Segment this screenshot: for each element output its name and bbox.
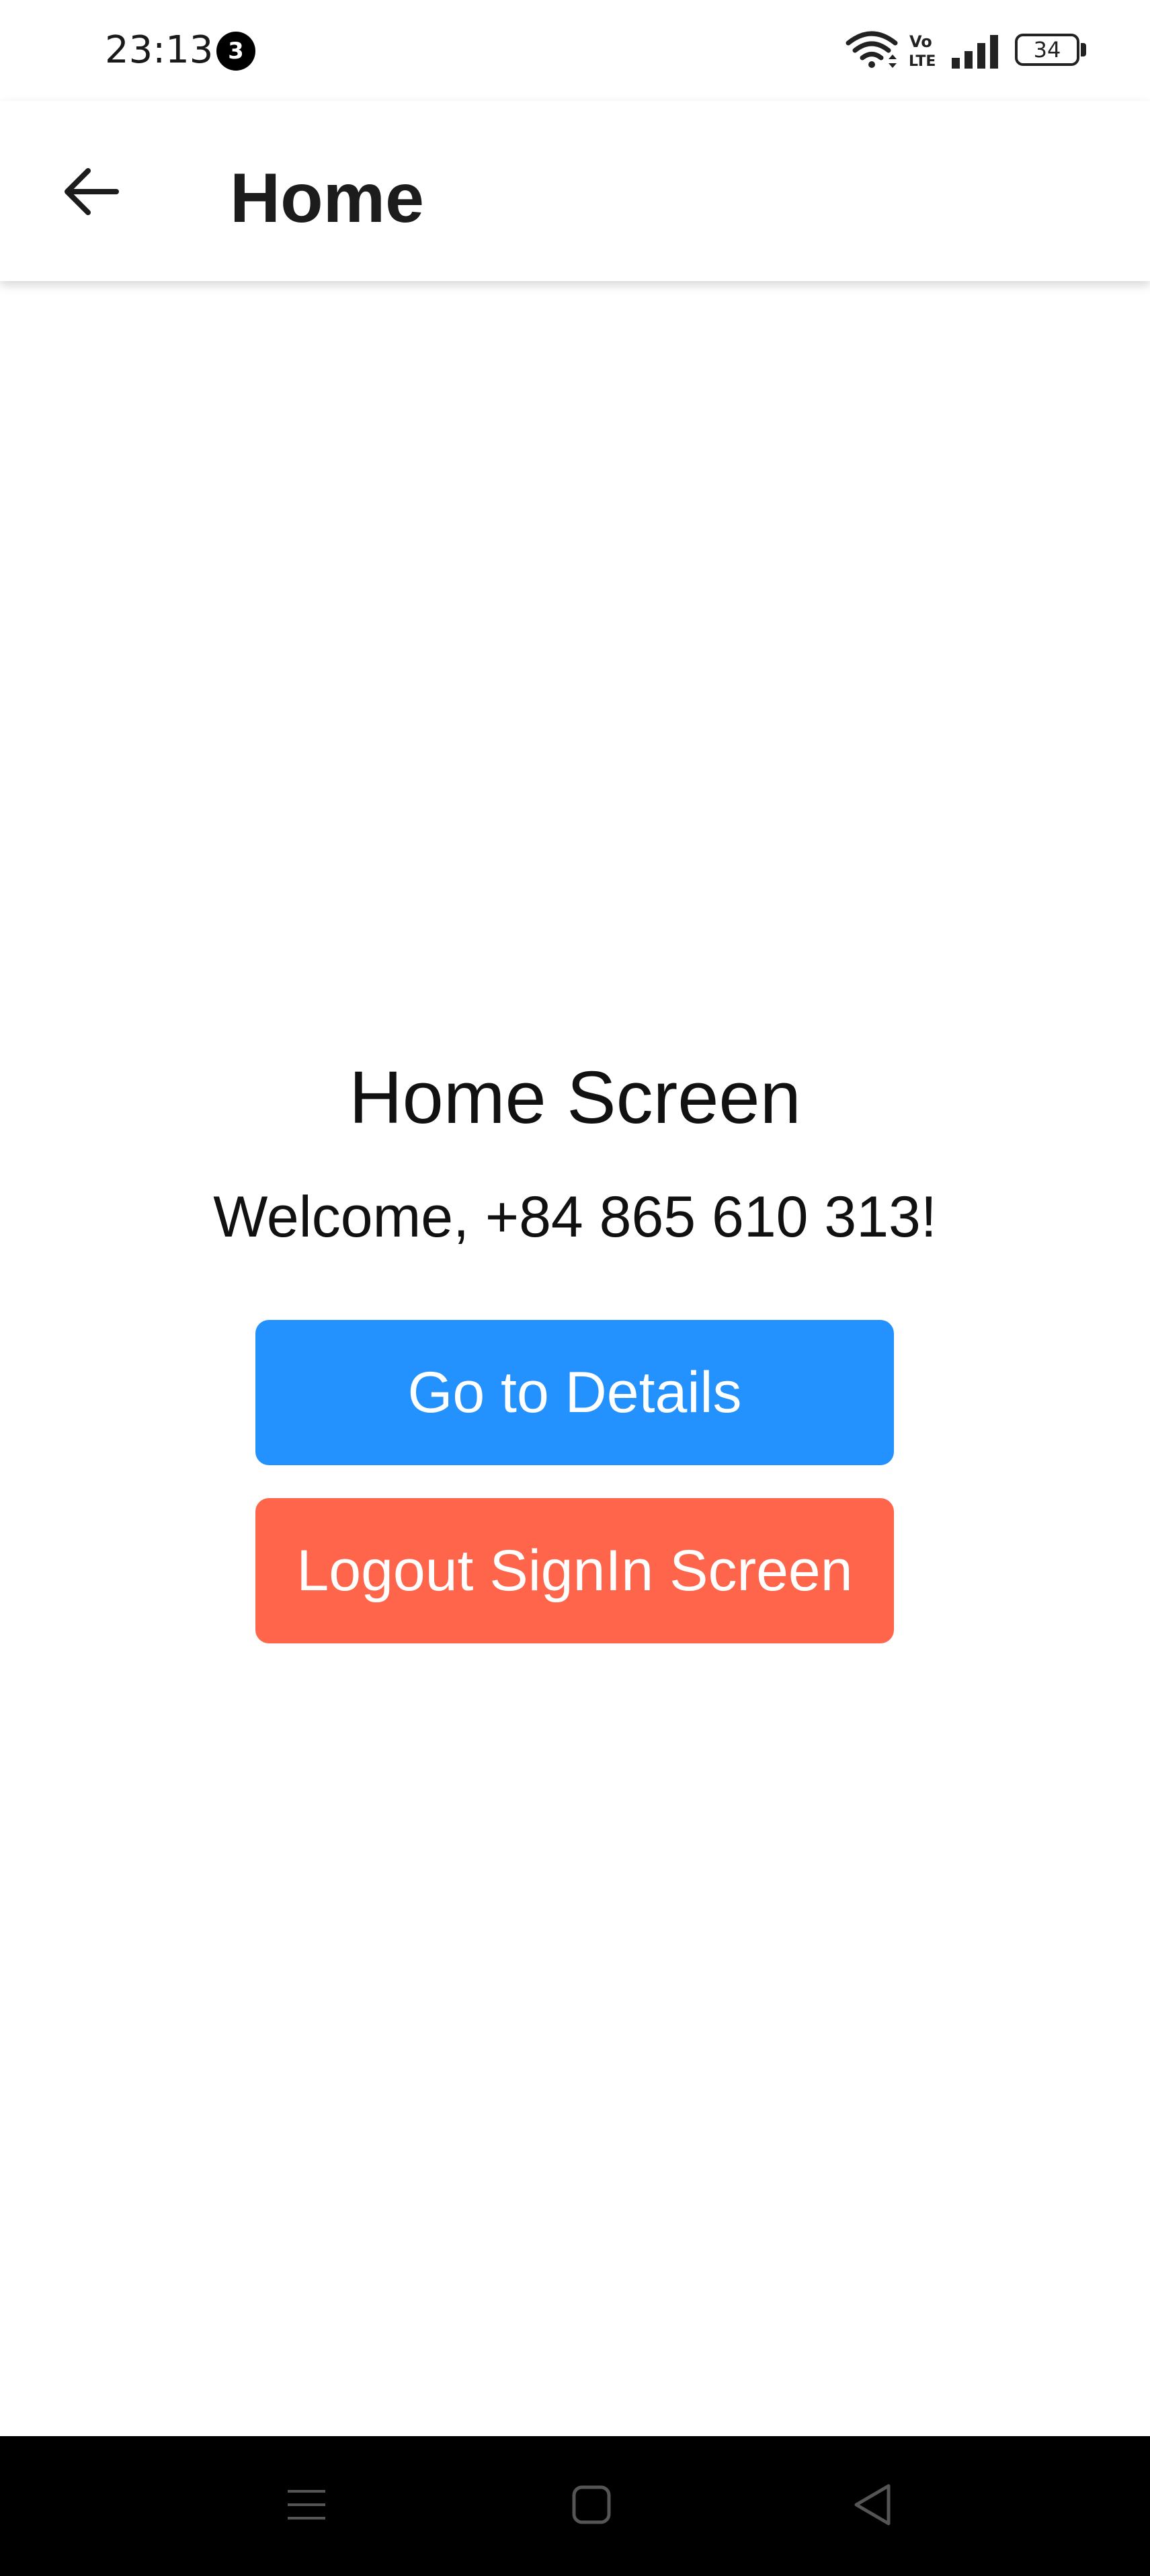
menu-icon[interactable] [285, 2483, 328, 2526]
wifi-icon [846, 31, 898, 68]
battery-level: 34 [1033, 37, 1061, 63]
go-to-details-button[interactable]: Go to Details [255, 1320, 894, 1465]
main-content: Home Screen Welcome, +84 865 610 313! Go… [0, 281, 1150, 2436]
signal-icon [952, 35, 998, 69]
volte-icon: Vo LTE [909, 32, 936, 70]
page-title: Home [230, 159, 424, 237]
home-screen-heading: Home Screen [349, 1056, 801, 1139]
battery-icon: 34 [1015, 34, 1087, 69]
back-icon[interactable] [851, 2482, 894, 2528]
home-icon[interactable] [570, 2483, 613, 2526]
app-bar: Home [0, 101, 1150, 281]
svg-text:Vo: Vo [909, 32, 932, 51]
status-bar: 23:13 3 Vo LTE 34 [0, 0, 1150, 101]
system-navigation-bar [0, 2436, 1150, 2576]
welcome-message: Welcome, +84 865 610 313! [213, 1185, 937, 1249]
home-screen: 23:13 3 Vo LTE 34 Home Home Screen Welco… [0, 0, 1150, 2576]
svg-text:LTE: LTE [909, 53, 936, 70]
arrow-back-icon [65, 168, 119, 215]
back-button[interactable] [47, 148, 134, 235]
notification-count-badge: 3 [216, 32, 255, 71]
logout-signin-button[interactable]: Logout SignIn Screen [255, 1498, 894, 1643]
status-time: 23:13 [105, 28, 214, 72]
